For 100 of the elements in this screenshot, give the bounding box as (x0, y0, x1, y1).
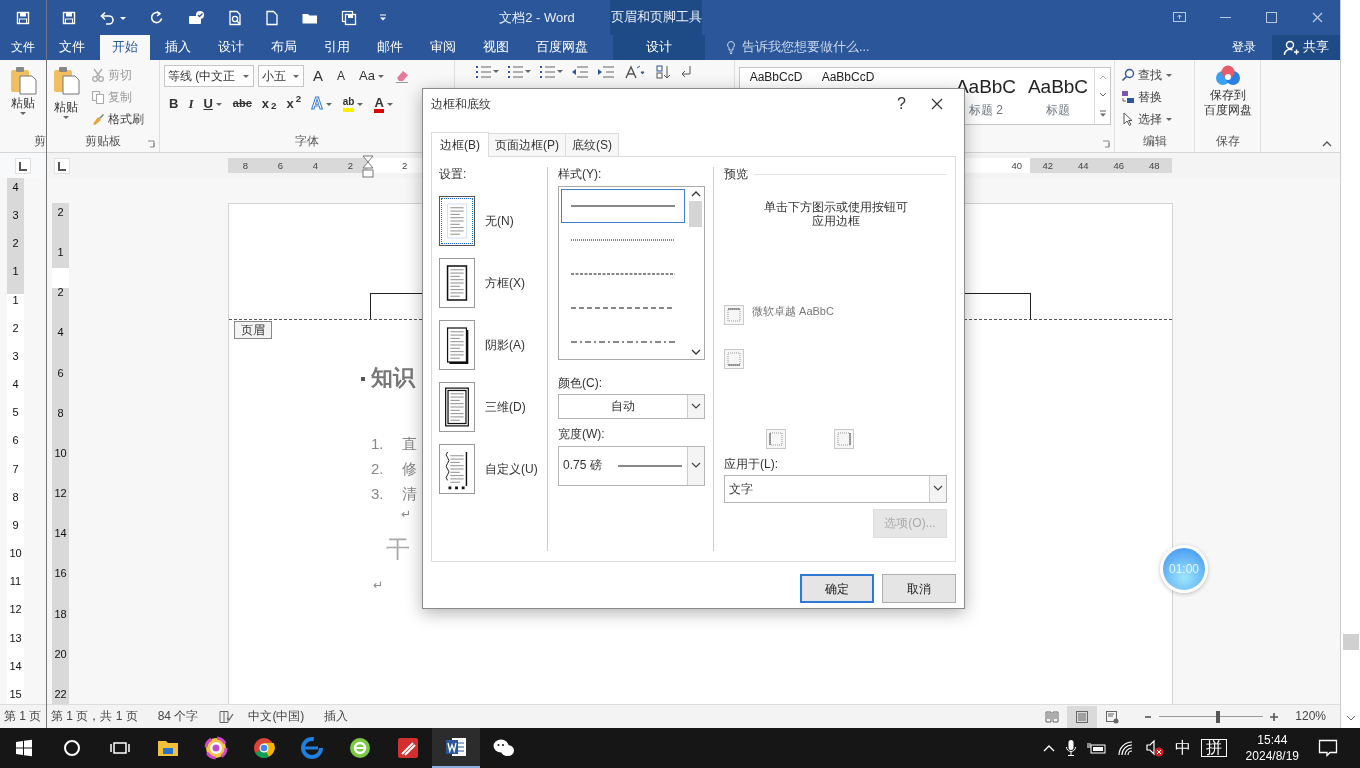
ribbon-tab[interactable]: 插入 (153, 35, 203, 60)
width-select[interactable]: 0.75 磅 (558, 445, 705, 486)
word-icon[interactable] (432, 728, 480, 768)
format-painter-button[interactable]: 格式刷 (89, 108, 146, 130)
close-icon[interactable] (930, 97, 944, 111)
redo-icon[interactable] (149, 9, 165, 26)
underline-button[interactable]: U (198, 92, 228, 116)
maximize-icon[interactable] (1263, 10, 1279, 25)
chevron-up-icon[interactable] (1042, 744, 1055, 752)
font-name-field[interactable]: 等线 (中文正 (164, 65, 254, 87)
cancel-button[interactable]: 取消 (882, 574, 956, 604)
grow-font-button[interactable]: A (308, 64, 328, 88)
ribbon-tab[interactable]: 百度网盘 (524, 35, 600, 60)
share-button[interactable]: 共享 (1272, 35, 1340, 60)
highlight-button[interactable]: ab (337, 92, 370, 116)
new-document-icon[interactable] (265, 9, 279, 26)
bottom-border-button[interactable] (724, 348, 744, 369)
scroll-down-icon[interactable] (1345, 714, 1356, 722)
tell-me-field[interactable]: 告诉我您想要做什么... (742, 40, 870, 55)
numbering-icon[interactable] (507, 64, 531, 80)
ok-button[interactable]: 确定 (800, 574, 874, 604)
zoom-in-icon[interactable] (1269, 711, 1280, 722)
ribbon-tab[interactable]: 邮件 (365, 35, 415, 60)
collapse-ribbon-icon[interactable] (1322, 140, 1332, 148)
dialog-tab[interactable]: 页面边框(P) (488, 133, 566, 157)
language-status[interactable]: 中文(中国) (248, 709, 305, 724)
top-border-button[interactable] (724, 304, 744, 325)
paste-button[interactable]: 粘贴 (8, 64, 38, 117)
shrink-font-button[interactable]: A (332, 64, 351, 88)
start-icon[interactable] (15, 739, 33, 757)
asian-layout-icon[interactable] (623, 64, 647, 80)
scroll-thumb[interactable] (1342, 634, 1359, 650)
ribbon-tab[interactable]: 布局 (259, 35, 309, 60)
style-sample[interactable]: AaBbC (1027, 76, 1089, 99)
zoom-thumb[interactable] (1216, 710, 1221, 723)
change-case-button[interactable]: Aa (354, 64, 390, 88)
caret-icon[interactable] (119, 14, 127, 21)
save-icon[interactable] (15, 9, 31, 26)
save-to-cloud-button[interactable]: 保存到 百度网盘 (1199, 64, 1256, 134)
microphone-icon[interactable] (1064, 739, 1077, 757)
scroll-down-icon[interactable] (1098, 92, 1107, 98)
decrease-indent-icon[interactable] (571, 64, 589, 80)
ribbon-tab[interactable]: 文件 (47, 35, 97, 60)
scroll-down-icon[interactable] (690, 348, 701, 356)
find-button[interactable]: 查找 (1119, 64, 1190, 86)
style-sample[interactable]: AaBbCcD (821, 70, 875, 85)
touch-mode-icon[interactable] (187, 9, 205, 26)
border-setting-option[interactable]: 三维(D) (439, 375, 526, 438)
insert-mode[interactable]: 插入 (324, 709, 349, 724)
superscript-button[interactable]: x$^{2}$ (281, 92, 307, 116)
search-icon[interactable] (63, 739, 81, 757)
undo-icon[interactable] (99, 9, 115, 26)
right-border-button[interactable] (834, 428, 854, 449)
task-view-icon[interactable] (110, 740, 130, 756)
bold-button[interactable]: B (164, 92, 184, 116)
proofing-icon[interactable] (218, 709, 235, 724)
save-as-icon[interactable] (341, 9, 357, 26)
volume-muted-icon[interactable] (1144, 739, 1165, 757)
border-setting-option[interactable]: 自定义(U) (439, 437, 538, 500)
tab-stop-selector[interactable] (54, 157, 70, 174)
apply-to-select[interactable]: 文字 (724, 474, 947, 503)
border-setting-option[interactable]: 方框(X) (439, 251, 525, 314)
font-size-field[interactable]: 小五 (258, 65, 304, 87)
font-color-button[interactable]: A (369, 92, 399, 116)
save-icon[interactable] (61, 9, 77, 26)
strikethrough-button[interactable]: abc (227, 92, 257, 116)
clock[interactable]: 15:44 2024/8/19 (1245, 731, 1299, 765)
line-style-option[interactable] (561, 188, 685, 223)
scroll-up-icon[interactable] (690, 189, 701, 197)
ribbon-tab[interactable]: 设计 (613, 35, 705, 60)
ribbon-tab[interactable]: 审阅 (418, 35, 468, 60)
battery-icon[interactable] (1086, 741, 1107, 755)
scroll-thumb[interactable] (689, 200, 702, 227)
ribbon-tab[interactable]: 设计 (206, 35, 256, 60)
sort-icon[interactable] (655, 64, 671, 80)
zoom-level[interactable]: 120% (1295, 709, 1326, 724)
style-sample[interactable]: AaBbCcD (749, 70, 803, 85)
border-setting-option[interactable]: 阴影(A) (439, 313, 525, 376)
more-icon[interactable] (1098, 110, 1107, 118)
sign-in-link[interactable]: 登录 (1232, 35, 1256, 60)
dialog-tab[interactable]: 底纹(S) (565, 133, 619, 157)
ribbon-tab[interactable]: 引用 (312, 35, 362, 60)
color-select[interactable]: 自动 (558, 394, 705, 420)
select-button[interactable]: 选择 (1119, 108, 1190, 130)
eraser-icon[interactable] (393, 68, 410, 84)
print-layout-button[interactable] (1067, 705, 1098, 728)
help-button[interactable]: ? (897, 94, 906, 114)
input-mode-indicator[interactable]: 拼 (1200, 739, 1227, 757)
notification-icon[interactable] (1318, 739, 1338, 757)
ribbon-tab[interactable]: 视图 (471, 35, 521, 60)
border-setting-option[interactable]: 无(N) (439, 189, 514, 252)
ribbon-tab[interactable]: 开始 (100, 35, 150, 60)
italic-button[interactable]: I (183, 92, 199, 116)
tab-stop-selector[interactable] (15, 157, 31, 174)
print-preview-icon[interactable] (227, 9, 243, 26)
input-method-indicator[interactable]: 中 (1174, 738, 1191, 758)
ribbon-display-icon[interactable] (1171, 10, 1187, 25)
multilevel-list-icon[interactable] (539, 64, 563, 80)
subscript-button[interactable]: x$_{2}$ (256, 92, 282, 116)
indent-marker-icon[interactable] (362, 155, 374, 179)
